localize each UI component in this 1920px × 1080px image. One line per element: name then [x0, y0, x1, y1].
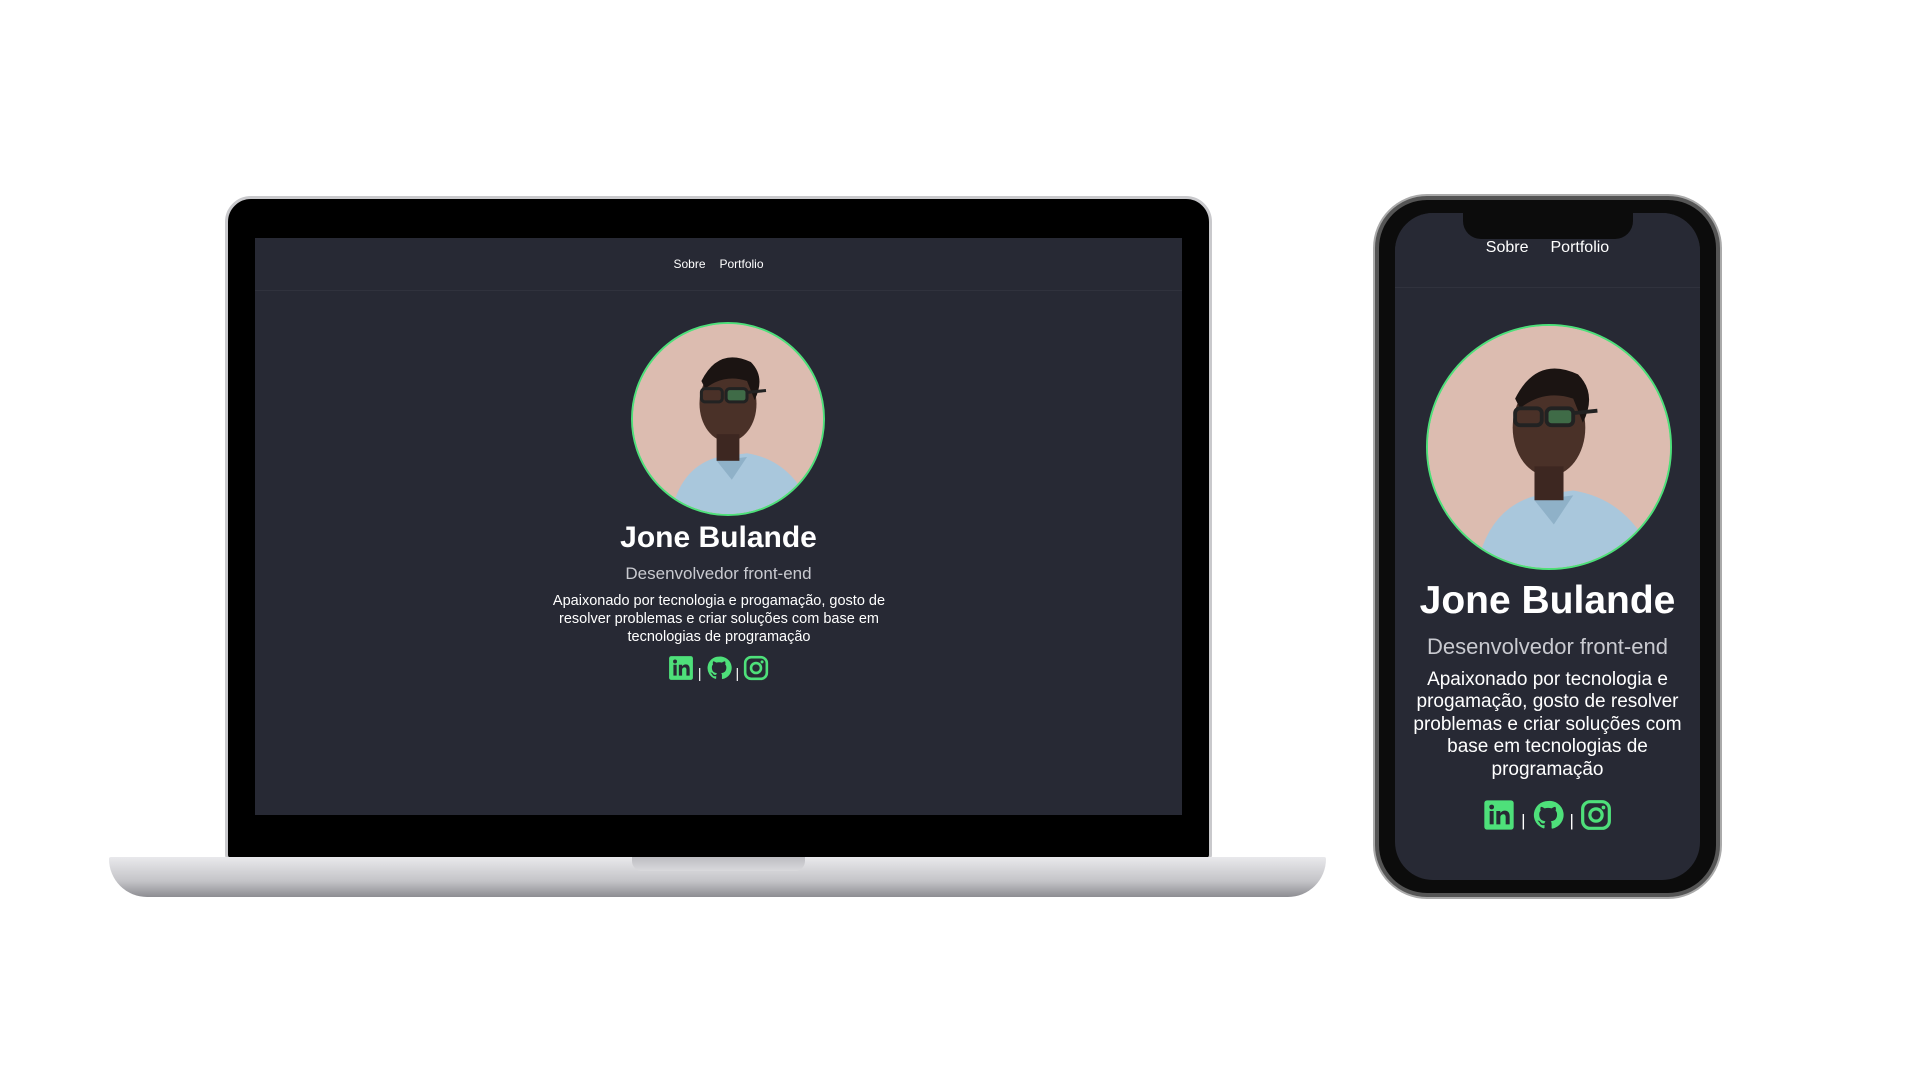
social-separator: | [735, 665, 740, 681]
laptop-hinge [632, 857, 805, 871]
profile-name: Jone Bulande [620, 521, 817, 554]
social-separator: | [1569, 811, 1574, 830]
phone-screen: Sobre Portfolio Jone Bulande Desenvolved… [1395, 213, 1700, 880]
phone-notch [1463, 213, 1633, 239]
profile-bio: Apaixonado por tecnologia e progamação, … [552, 593, 886, 645]
linkedin-icon[interactable] [1483, 799, 1515, 831]
nav-bar: Sobre Portfolio [255, 238, 1182, 291]
nav-link-portfolio[interactable]: Portfolio [720, 257, 764, 271]
nav-link-portfolio[interactable]: Portfolio [1551, 239, 1610, 287]
social-separator: | [1521, 811, 1526, 830]
social-links: | | [255, 655, 1182, 681]
profile-avatar [1426, 324, 1672, 570]
nav-link-sobre[interactable]: Sobre [1486, 239, 1529, 287]
github-icon[interactable] [706, 655, 732, 681]
profile-bio: Apaixonado por tecnologia e progamação, … [1413, 669, 1682, 780]
profile-role: Desenvolvedor front-end [1427, 634, 1668, 659]
linkedin-icon[interactable] [668, 655, 694, 681]
nav-link-sobre[interactable]: Sobre [673, 257, 705, 271]
instagram-icon[interactable] [1580, 799, 1612, 831]
social-separator: | [697, 665, 702, 681]
laptop-screen: Sobre Portfolio Jone Bulande Desenvolved… [255, 238, 1182, 815]
social-links: | | [1395, 799, 1700, 831]
profile-avatar [631, 322, 825, 516]
instagram-icon[interactable] [743, 655, 769, 681]
profile-role: Desenvolvedor front-end [625, 564, 812, 583]
profile-name: Jone Bulande [1419, 579, 1676, 622]
github-icon[interactable] [1532, 799, 1564, 831]
